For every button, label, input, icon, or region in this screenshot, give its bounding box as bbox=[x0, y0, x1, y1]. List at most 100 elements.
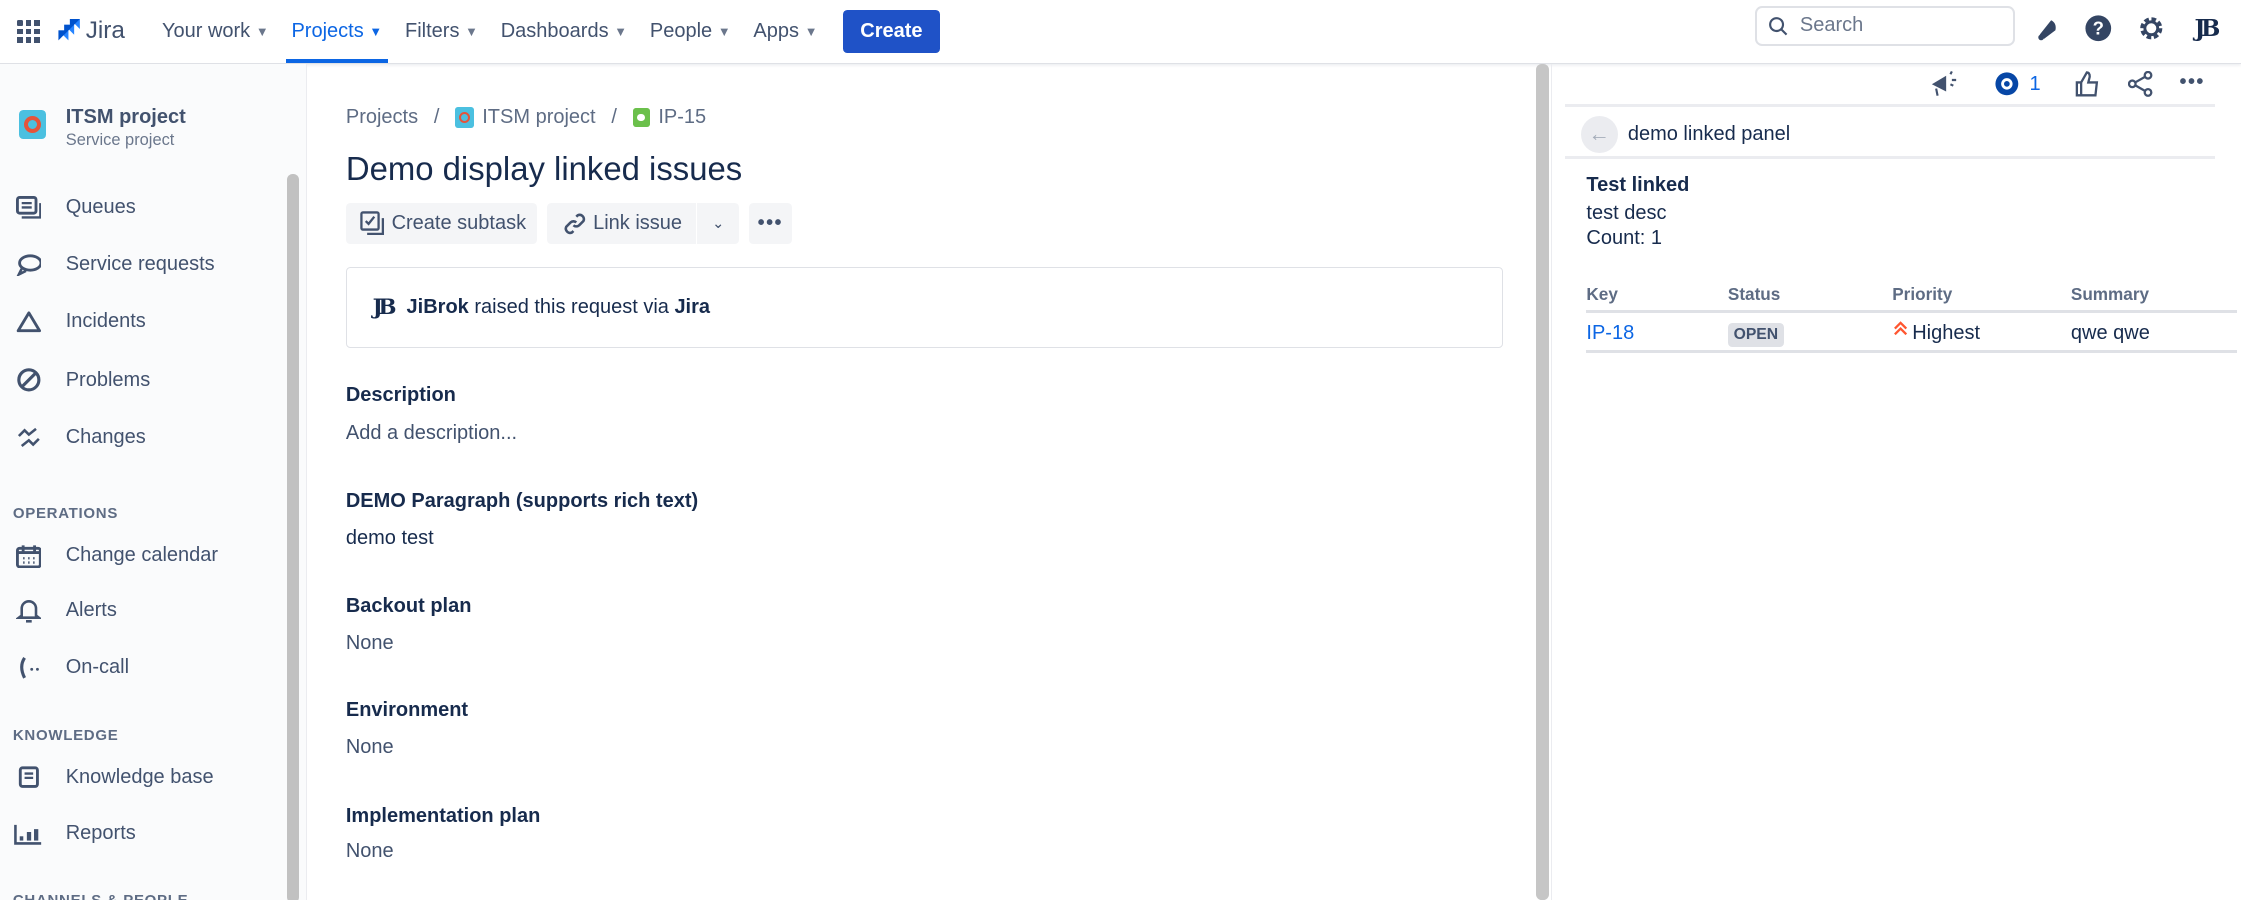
priority-cell: Highest bbox=[1892, 321, 1980, 345]
link-issue-button[interactable]: Link issue bbox=[547, 202, 696, 245]
search-input[interactable]: Search bbox=[1755, 5, 2016, 46]
help-icon[interactable]: ? bbox=[2082, 13, 2113, 44]
sidebar-item-changes[interactable]: Changes bbox=[0, 412, 286, 463]
issue-title[interactable]: Demo display linked issues bbox=[346, 150, 742, 188]
table-header-divider bbox=[1586, 310, 2237, 313]
project-avatar-icon bbox=[455, 106, 474, 128]
breadcrumb-issue-key[interactable]: IP-15 bbox=[658, 106, 706, 129]
service-request-type-icon bbox=[632, 107, 650, 127]
sidebar-item-change-calendar[interactable]: Change calendar bbox=[0, 530, 286, 581]
phone-icon bbox=[14, 655, 43, 681]
nav-people[interactable]: People ▼ bbox=[638, 0, 742, 63]
column-header-summary: Summary bbox=[2070, 284, 2150, 305]
app-switcher-icon[interactable] bbox=[17, 20, 40, 43]
back-arrow-button[interactable]: ← bbox=[1580, 115, 1618, 153]
chevron-down-icon: ▼ bbox=[465, 23, 478, 39]
section-heading-operations: OPERATIONS bbox=[12, 504, 119, 522]
chat-bubble-icon bbox=[14, 253, 43, 276]
project-name[interactable]: ITSM project bbox=[66, 106, 186, 129]
chevron-down-icon: ▼ bbox=[717, 23, 731, 39]
column-header-key: Key bbox=[1586, 284, 1618, 305]
field-label-demo-paragraph: DEMO Paragraph (supports rich text) bbox=[345, 490, 699, 513]
breadcrumb-project[interactable]: ITSM project bbox=[482, 106, 595, 129]
sidebar-item-incidents[interactable]: Incidents bbox=[0, 296, 286, 347]
changes-arrows-icon bbox=[14, 426, 43, 449]
warning-triangle-icon bbox=[14, 310, 43, 333]
create-button[interactable]: Create bbox=[843, 9, 940, 53]
nav-dashboards[interactable]: Dashboards ▼ bbox=[489, 0, 638, 63]
jira-logo[interactable]: Jira bbox=[57, 17, 125, 45]
chevron-down-icon: ▼ bbox=[804, 23, 818, 39]
queues-icon bbox=[14, 195, 43, 219]
project-type: Service project bbox=[65, 131, 175, 150]
sidebar-item-label: Service requests bbox=[65, 252, 215, 275]
panel-title: demo linked panel bbox=[1627, 122, 1791, 145]
knowledge-base-icon bbox=[14, 765, 43, 791]
table-row-divider bbox=[1586, 350, 2237, 353]
more-icon: ••• bbox=[757, 212, 783, 235]
sidebar-item-alerts[interactable]: Alerts bbox=[0, 585, 286, 636]
share-icon[interactable] bbox=[2127, 71, 2154, 103]
project-avatar-icon bbox=[18, 110, 46, 139]
eye-icon bbox=[1995, 72, 2019, 96]
link-issue-dropdown[interactable]: ⌄ bbox=[697, 202, 739, 245]
sidebar-item-label: Change calendar bbox=[65, 544, 219, 567]
sidebar-item-knowledge-base[interactable]: Knowledge base bbox=[0, 752, 286, 803]
settings-gear-icon[interactable] bbox=[2135, 13, 2166, 44]
panel-description: test desc bbox=[1586, 201, 1667, 224]
sidebar-item-label: Reports bbox=[65, 821, 136, 844]
watch-count: 1 bbox=[2029, 72, 2041, 95]
nav-label: Your work bbox=[161, 19, 251, 42]
divider bbox=[1564, 155, 2216, 159]
field-label-implementation-plan: Implementation plan bbox=[345, 804, 541, 827]
sidebar-item-reports[interactable]: Reports bbox=[0, 807, 286, 858]
environment-field[interactable]: None bbox=[346, 736, 394, 759]
implementation-plan-field[interactable]: None bbox=[346, 840, 394, 863]
more-icon[interactable]: ••• bbox=[2180, 71, 2205, 94]
nav-projects[interactable]: Projects ▼ bbox=[280, 0, 394, 63]
nav-label: Projects bbox=[291, 19, 364, 42]
issue-key-link[interactable]: IP-18 bbox=[1586, 322, 1634, 345]
arrow-left-icon: ← bbox=[1588, 121, 1610, 146]
sidebar-item-queues[interactable]: Queues bbox=[0, 182, 286, 233]
request-channel: Jira bbox=[674, 296, 711, 319]
sidebar-item-label: Incidents bbox=[65, 310, 146, 333]
reporter-name[interactable]: JiBrok bbox=[407, 296, 469, 319]
watch-button[interactable]: 1 bbox=[1994, 71, 2041, 97]
top-navigation: Jira Your work ▼ Projects ▼ Filters ▼ Dashb… bbox=[0, 0, 2241, 64]
nav-filters[interactable]: Filters ▼ bbox=[394, 0, 490, 63]
sidebar-item-label: Problems bbox=[65, 368, 151, 391]
field-label-description: Description bbox=[345, 384, 456, 407]
create-subtask-button[interactable]: Create subtask bbox=[345, 202, 538, 245]
summary-cell: qwe qwe bbox=[2070, 321, 2150, 344]
sidebar-item-service-requests[interactable]: Service requests bbox=[0, 239, 286, 290]
description-field[interactable]: Add a description... bbox=[346, 422, 517, 445]
divider bbox=[1550, 64, 1553, 900]
main-scrollbar[interactable] bbox=[1536, 64, 1550, 900]
notifications-bell-icon[interactable] bbox=[2031, 13, 2062, 44]
user-avatar[interactable]: JB bbox=[2190, 13, 2221, 44]
reporter-avatar: JB bbox=[372, 295, 397, 321]
jira-logo-icon bbox=[58, 18, 80, 41]
svg-text:?: ? bbox=[2092, 18, 2103, 39]
nav-your-work[interactable]: Your work ▼ bbox=[151, 0, 280, 63]
sidebar-item-problems[interactable]: Problems bbox=[0, 354, 286, 405]
calendar-icon bbox=[14, 544, 43, 569]
feedback-megaphone-icon[interactable] bbox=[1929, 70, 1960, 105]
panel-count: Count: 1 bbox=[1586, 227, 1663, 250]
more-actions-button[interactable]: ••• bbox=[748, 202, 792, 245]
sidebar-item-on-call[interactable]: On-call bbox=[0, 642, 286, 693]
breadcrumb-separator: / bbox=[433, 105, 440, 128]
like-thumbs-up-icon[interactable] bbox=[2074, 71, 2100, 103]
bar-chart-icon bbox=[14, 822, 43, 845]
breadcrumb-projects[interactable]: Projects bbox=[346, 106, 418, 129]
demo-paragraph-field[interactable]: demo test bbox=[346, 527, 434, 550]
nav-apps[interactable]: Apps ▼ bbox=[742, 0, 829, 63]
button-label: Create subtask bbox=[391, 212, 527, 235]
breadcrumb: Projects / ITSM project / IP-15 bbox=[346, 106, 706, 129]
sidebar-item-label: Alerts bbox=[65, 598, 117, 621]
sidebar-item-label: Knowledge base bbox=[65, 765, 214, 788]
sidebar-scrollbar[interactable] bbox=[287, 174, 299, 900]
logo-text: Jira bbox=[85, 17, 125, 45]
backout-plan-field[interactable]: None bbox=[346, 632, 394, 655]
